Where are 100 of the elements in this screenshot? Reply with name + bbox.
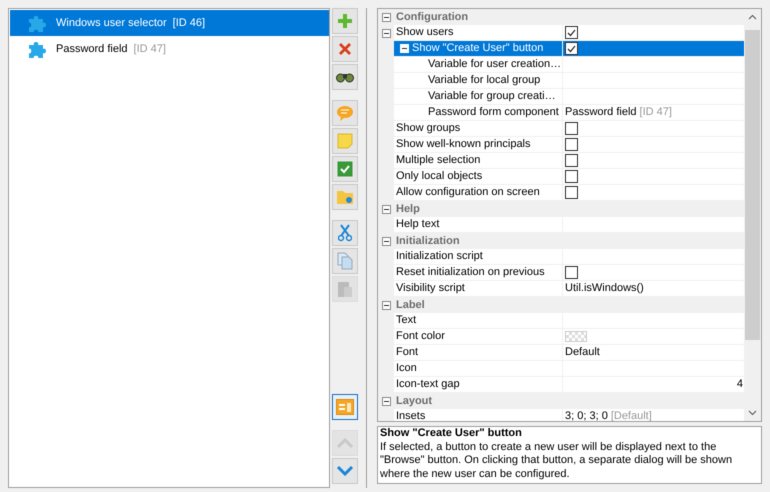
property-value: 4 — [736, 377, 744, 392]
checkbox[interactable] — [565, 186, 578, 199]
collapse-icon[interactable] — [382, 300, 390, 310]
checkbox[interactable] — [565, 154, 578, 167]
property-value-cell[interactable] — [563, 121, 744, 136]
checkbox[interactable] — [565, 266, 578, 279]
checkbox[interactable] — [565, 42, 578, 55]
property-row[interactable]: Show groups — [394, 121, 744, 137]
property-row[interactable]: Variable for group creati… — [394, 89, 744, 105]
property-row[interactable]: Icon-text gap 4 — [394, 377, 744, 393]
property-value-cell[interactable] — [563, 217, 744, 232]
category-header: Help — [395, 202, 420, 217]
property-row[interactable]: Show "Create User" button — [394, 41, 744, 57]
property-label: Help text — [396, 217, 440, 232]
property-row[interactable]: Font Default — [394, 345, 744, 361]
property-row[interactable]: Allow configuration on screen — [394, 185, 744, 201]
property-value: Util.isWindows() — [565, 281, 644, 296]
collapse-icon[interactable] — [382, 28, 390, 38]
property-row[interactable]: Only local objects — [394, 169, 744, 185]
checkbox[interactable] — [565, 138, 578, 151]
property-value-cell[interactable] — [563, 137, 744, 152]
description-text: If selected, a button to create a new user will be displayed next to the "Browse" button. On clicking that button, a separate dialog will be shown where the new user can be configured. — [380, 440, 734, 482]
checkbox[interactable] — [565, 122, 578, 135]
property-label: Only local objects — [396, 169, 482, 184]
property-label: Show groups — [396, 121, 460, 136]
scissors-icon — [338, 224, 352, 242]
property-value-cell[interactable] — [563, 57, 744, 72]
property-label: Variable for user creation… — [428, 57, 562, 72]
property-value-cell[interactable]: 3; 0; 3; 0 [Default] — [563, 409, 744, 422]
toolbar-button[interactable] — [332, 64, 358, 90]
tree-item-label: Windows user selector — [56, 16, 167, 31]
property-row[interactable]: Reset initialization on previous — [394, 265, 744, 281]
id-note: [ID 46] — [172, 16, 206, 31]
property-value-cell[interactable] — [563, 313, 744, 328]
property-row[interactable]: Password form component Password field [ID 47] — [394, 105, 744, 121]
checkbox[interactable] — [565, 26, 578, 39]
checkbox[interactable] — [565, 170, 578, 183]
property-label: Variable for local group — [428, 73, 540, 88]
id-note: [Default] — [610, 409, 652, 422]
property-value-cell[interactable] — [563, 169, 744, 184]
chevron-down-icon — [337, 466, 353, 476]
property-value: Password field — [565, 105, 637, 120]
collapse-icon[interactable] — [382, 204, 390, 214]
scroll-down-icon[interactable] — [748, 410, 757, 416]
folder-icon — [336, 189, 354, 205]
property-row[interactable]: Variable for user creation… — [394, 57, 744, 73]
property-value-cell[interactable] — [563, 89, 744, 104]
checkmark-icon — [337, 161, 353, 177]
description-title: Show "Create User" button — [380, 427, 523, 441]
collapse-icon[interactable] — [382, 236, 390, 246]
property-row[interactable]: Text — [394, 313, 744, 329]
property-value-cell[interactable]: Util.isWindows() — [563, 281, 744, 296]
property-value-cell[interactable]: Default — [563, 345, 744, 360]
close-icon — [337, 41, 353, 57]
property-value-cell[interactable]: 4 — [563, 377, 744, 392]
property-row[interactable]: Icon — [394, 361, 744, 377]
color-swatch[interactable] — [565, 331, 587, 342]
property-label: Font — [396, 345, 418, 360]
property-row[interactable]: Show users — [394, 25, 744, 41]
property-value-cell[interactable] — [563, 153, 744, 168]
property-row[interactable]: Show well-known principals — [394, 137, 744, 153]
property-row[interactable]: Help text — [394, 217, 744, 233]
property-row[interactable]: Visibility script Util.isWindows() — [394, 281, 744, 297]
property-label: Insets — [396, 409, 426, 422]
chevron-up-icon — [337, 438, 353, 448]
scrollbar-thumb[interactable] — [745, 30, 760, 340]
toolbar-button[interactable] — [332, 394, 358, 420]
id-note: [ID 47] — [134, 42, 166, 57]
property-label: Show users — [396, 25, 454, 40]
property-value: Default — [565, 345, 600, 360]
scroll-up-icon[interactable] — [748, 14, 757, 20]
property-value-cell[interactable] — [563, 265, 744, 280]
property-label: Reset initialization on previous — [396, 265, 545, 280]
property-value-cell[interactable]: Password field [ID 47] — [563, 105, 744, 120]
property-value-cell[interactable] — [563, 185, 744, 200]
property-value-cell[interactable] — [563, 41, 744, 56]
plus-icon — [337, 13, 353, 29]
property-value-cell[interactable] — [563, 329, 744, 344]
property-value-cell[interactable] — [563, 25, 744, 40]
clipboard-icon — [337, 280, 353, 298]
property-row[interactable]: Multiple selection — [394, 153, 744, 169]
category-header: Configuration — [395, 10, 468, 25]
property-label: Password form component — [428, 105, 559, 120]
property-label: Allow configuration on screen — [396, 185, 540, 200]
property-row[interactable]: Variable for local group — [394, 73, 744, 89]
property-label: Show well-known principals — [396, 137, 531, 152]
property-row[interactable]: Initialization script — [394, 249, 744, 265]
collapse-icon[interactable] — [382, 12, 390, 22]
property-value-cell[interactable] — [563, 73, 744, 88]
property-value: 3; 0; 3; 0 — [565, 409, 608, 422]
tree-item[interactable]: Password field [ID 47] — [10, 36, 329, 62]
property-row[interactable]: Font color — [394, 329, 744, 345]
collapse-icon[interactable] — [382, 396, 390, 406]
tree-item[interactable]: Windows user selector [ID 46] — [10, 10, 329, 36]
tree-item-label: Password field — [56, 42, 128, 57]
property-label: Icon-text gap — [396, 377, 460, 392]
category-header: Layout — [395, 394, 432, 409]
property-row[interactable]: Insets 3; 0; 3; 0 [Default] — [394, 409, 744, 422]
copy-icon — [337, 252, 353, 270]
property-value-cell[interactable] — [563, 249, 744, 264]
